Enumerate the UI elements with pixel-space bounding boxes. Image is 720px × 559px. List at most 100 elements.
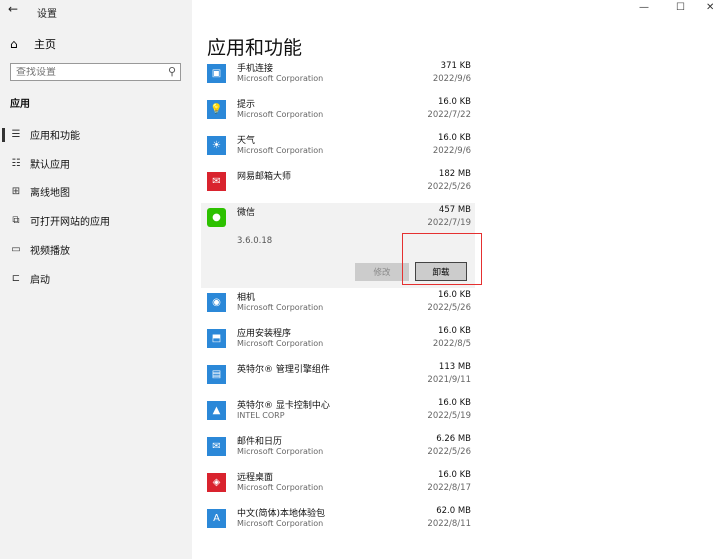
app-name: 中文(简体)本地体验包 — [237, 509, 326, 519]
app-publisher: Microsoft Corporation — [237, 483, 324, 492]
sidebar-item-2[interactable]: ⊞ 离线地图 — [0, 178, 192, 207]
page-title: 应用和功能 — [207, 37, 303, 59]
sidebar-item-label: 可打开网站的应用 — [30, 217, 110, 229]
app-publisher: INTEL CORP — [237, 411, 285, 420]
app-row[interactable]: A 中文(简体)本地体验包 Microsoft Corporation 62.0 MB… — [201, 504, 475, 540]
app-name: 相机 — [237, 293, 256, 303]
window-title: 设置 — [37, 9, 57, 20]
modify-button[interactable]: 修改 — [355, 263, 409, 281]
app-name: 天气 — [237, 136, 256, 146]
app-date: 2022/5/26 — [427, 182, 471, 192]
map-icon: ⊞ — [11, 186, 21, 198]
app-row[interactable]: ⬒ 应用安装程序 Microsoft Corporation 16.0 KB 2022/… — [201, 324, 475, 360]
default-apps-icon: ☷ — [11, 157, 21, 169]
app-publisher: Microsoft Corporation — [237, 74, 324, 83]
app-size: 113 MB — [438, 362, 471, 372]
app-size: 6.26 MB — [436, 434, 471, 444]
app-name: 邮件和日历 — [237, 437, 283, 447]
app-size: 16.0 KB — [437, 290, 471, 300]
app-publisher: Microsoft Corporation — [237, 146, 324, 155]
app-name: 远程桌面 — [237, 473, 274, 483]
sidebar-item-label: 视频播放 — [30, 246, 70, 258]
app-date: 2022/8/5 — [432, 339, 471, 349]
app-row[interactable]: ▤ 英特尔® 管理引擎组件 113 MB 2021/9/11 — [201, 360, 475, 396]
app-size: 182 MB — [438, 169, 471, 179]
app-row[interactable]: 💡 提示 Microsoft Corporation 16.0 KB 2022/7/22 — [201, 95, 475, 131]
weather-icon: ☀ — [207, 136, 226, 155]
app-date: 2022/8/17 — [427, 483, 471, 493]
app-name: 英特尔® 显卡控制中心 — [237, 401, 330, 411]
highlight-box — [402, 233, 482, 285]
remote-desktop-icon: ◈ — [207, 473, 226, 492]
app-size: 16.0 KB — [437, 97, 471, 107]
app-installer-icon: ⬒ — [207, 329, 226, 348]
sidebar-item-3[interactable]: ⧉ 可打开网站的应用 — [0, 206, 192, 235]
sidebar: ← 设置 ⌂ 主页 ⚲ 应用 ☰ 应用和功能 ☷ 默认应用 ⊞ 离线地图 ⧉ 可打开网站的应用… — [0, 0, 192, 559]
sidebar-item-home[interactable]: ⌂ 主页 — [10, 36, 56, 52]
sidebar-nav: ☰ 应用和功能 ☷ 默认应用 ⊞ 离线地图 ⧉ 可打开网站的应用 ▭ 视频播放 ⊏ 启动 — [0, 120, 192, 293]
app-row[interactable]: ✉ 网易邮箱大师 182 MB 2022/5/26 — [201, 167, 475, 203]
open-website-icon: ⧉ — [12, 215, 20, 227]
camera-icon: ◉ — [207, 293, 226, 312]
app-date: 2022/9/6 — [432, 74, 471, 84]
app-name: 手机连接 — [237, 64, 274, 74]
app-size: 371 KB — [440, 61, 471, 71]
startup-icon: ⊏ — [11, 272, 21, 284]
phone-link-icon: ▣ — [207, 64, 226, 83]
intel-graphics-icon: ▲ — [207, 401, 226, 420]
search-icon[interactable]: ⚲ — [168, 65, 176, 78]
app-version: 3.6.0.18 — [237, 236, 273, 246]
app-size: 16.0 KB — [437, 398, 471, 408]
intel-me-icon: ▤ — [207, 365, 226, 384]
app-size: 457 MB — [438, 205, 471, 215]
app-publisher: Microsoft Corporation — [237, 339, 324, 348]
back-arrow-icon[interactable]: ← — [8, 2, 18, 16]
app-size: 62.0 MB — [436, 506, 471, 516]
app-row[interactable]: ◈ 远程桌面 Microsoft Corporation 16.0 KB 2022/8/… — [201, 468, 475, 504]
video-icon: ▭ — [11, 244, 21, 256]
mail-calendar-icon: ✉ — [207, 437, 226, 456]
close-button[interactable]: ✕ — [706, 2, 714, 13]
app-publisher: Microsoft Corporation — [237, 519, 324, 528]
language-pack-icon: A — [207, 509, 226, 528]
sidebar-item-0[interactable]: ☰ 应用和功能 — [0, 120, 192, 149]
search-box[interactable]: ⚲ — [10, 63, 181, 81]
sidebar-item-5[interactable]: ⊏ 启动 — [0, 264, 192, 293]
app-publisher: Microsoft Corporation — [237, 110, 324, 119]
maximize-button[interactable]: ☐ — [676, 2, 685, 13]
app-date: 2022/5/19 — [427, 411, 471, 421]
app-publisher: Microsoft Corporation — [237, 447, 324, 456]
app-row[interactable]: ◉ 相机 Microsoft Corporation 16.0 KB 2022/5/26 — [201, 288, 475, 324]
sidebar-item-4[interactable]: ▭ 视频播放 — [0, 235, 192, 264]
home-icon: ⌂ — [10, 37, 18, 51]
sidebar-item-label: 默认应用 — [30, 159, 70, 171]
sidebar-item-1[interactable]: ☷ 默认应用 — [0, 149, 192, 178]
sidebar-item-label: 应用和功能 — [30, 130, 80, 142]
app-name: 应用安装程序 — [237, 329, 292, 339]
app-date: 2022/7/22 — [427, 110, 471, 120]
app-date: 2022/5/26 — [427, 303, 471, 313]
app-publisher: Microsoft Corporation — [237, 303, 324, 312]
netease-mail-icon: ✉ — [207, 172, 226, 191]
section-title-apps: 应用 — [10, 99, 30, 110]
app-size: 16.0 KB — [437, 326, 471, 336]
app-date: 2021/9/11 — [427, 375, 471, 385]
app-date: 2022/7/19 — [427, 218, 471, 228]
app-date: 2022/9/6 — [432, 146, 471, 156]
search-input[interactable] — [16, 66, 161, 78]
app-name: 微信 — [237, 208, 256, 218]
minimize-button[interactable]: — — [639, 2, 649, 13]
app-size: 16.0 KB — [437, 470, 471, 480]
app-size: 16.0 KB — [437, 133, 471, 143]
app-name: 英特尔® 管理引擎组件 — [237, 365, 330, 375]
tips-icon: 💡 — [207, 100, 226, 119]
app-row[interactable]: ✉ 邮件和日历 Microsoft Corporation 6.26 MB 2022/5… — [201, 432, 475, 468]
home-label: 主页 — [34, 38, 56, 51]
app-row[interactable]: ▲ 英特尔® 显卡控制中心 INTEL CORP 16.0 KB 2022/5/19 — [201, 396, 475, 432]
app-date: 2022/8/11 — [427, 519, 471, 529]
app-row[interactable]: ▣ 手机连接 Microsoft Corporation 371 KB 2022/9/6 — [201, 59, 475, 95]
sidebar-item-label: 启动 — [30, 274, 50, 286]
apps-list-icon: ☰ — [11, 128, 21, 140]
app-name: 网易邮箱大师 — [237, 172, 292, 182]
app-row[interactable]: ☀ 天气 Microsoft Corporation 16.0 KB 2022/9/6 — [201, 131, 475, 167]
